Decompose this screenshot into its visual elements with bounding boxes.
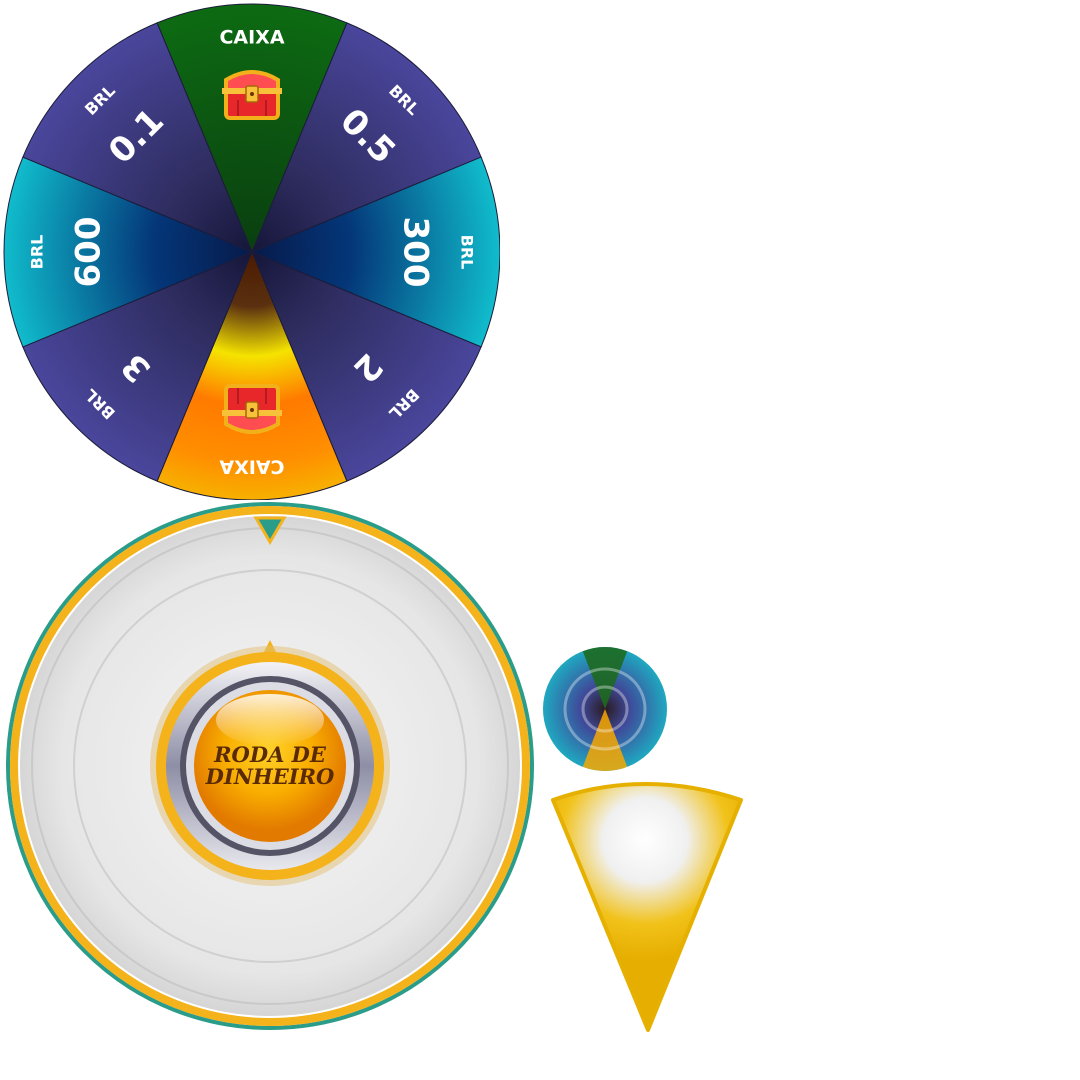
- wheel-frame: RODA DE DINHEIRO: [6, 502, 534, 1030]
- treasure-chest-icon: [220, 384, 284, 434]
- mini-wheel-preview: [543, 647, 667, 771]
- treasure-chest-icon: [220, 70, 284, 120]
- wheel-segment-label: CAIXA: [219, 27, 284, 49]
- wheel-segment-label: CAIXA: [219, 456, 284, 478]
- prize-wheel: CAIXABRL0.5BRL300BRL2CAIXABRL3BRL 600BRL0…: [3, 3, 500, 500]
- wheel-segment-value: 600: [69, 217, 109, 288]
- wheel-segment-label: BRL: [458, 235, 477, 270]
- wheel-segment-label: BRL: [28, 235, 47, 270]
- spin-button-label-line2: DINHEIRO: [205, 764, 335, 789]
- wheel-segment-value: 300: [396, 217, 436, 288]
- wheel-pointer-wedge: [551, 782, 743, 1032]
